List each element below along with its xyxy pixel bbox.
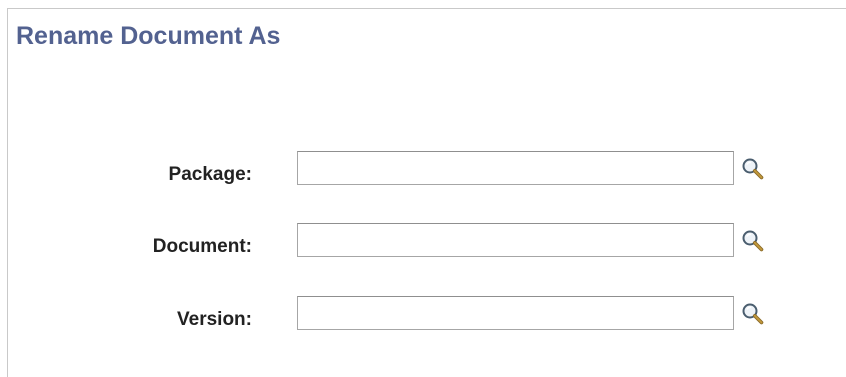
page-top-border (7, 8, 846, 9)
package-label: Package: (168, 164, 252, 185)
version-input[interactable] (297, 296, 734, 330)
version-lookup-icon[interactable] (740, 301, 766, 327)
document-input[interactable] (297, 223, 734, 257)
document-label: Document: (152, 236, 252, 257)
package-row: Package: (0, 151, 846, 191)
version-label: Version: (177, 309, 252, 330)
package-lookup-icon[interactable] (740, 156, 766, 182)
document-lookup-icon[interactable] (740, 228, 766, 254)
rename-document-page: Rename Document As Package: Document: Ve… (0, 0, 846, 377)
document-row: Document: (0, 223, 846, 263)
page-title: Rename Document As (16, 22, 281, 50)
version-row: Version: (0, 296, 846, 336)
package-input[interactable] (297, 151, 734, 185)
